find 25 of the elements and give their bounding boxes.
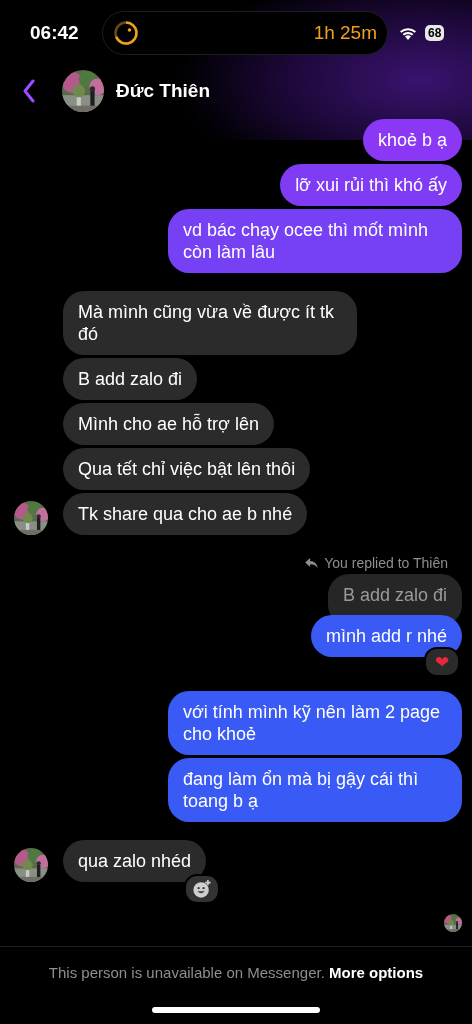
unavailable-notice: This person is unavailable on Messenger. [48,964,325,981]
message-bubble: vd bác chạy ocee thì mốt mình còn làm lâu [168,209,462,273]
message-bubble: khoẻ b ạ [362,119,462,161]
message-bubble: Mà mình cũng vừa về được ít tk đó [63,291,357,355]
wifi-icon [398,25,418,41]
message-bubble: qua zalo nhéd [63,840,207,882]
message-bubble: Qua tết chỉ việc bật lên thôi [63,448,311,490]
timer-text: 1h 25m [313,22,377,44]
reply-icon [305,558,319,568]
message-bubble: Mình cho ae hỗ trợ lên [63,403,274,445]
battery-level: 68 [428,26,442,40]
message-bubble: Tk share qua cho ae b nhé [63,493,308,535]
contact-name[interactable]: Đức Thiên [116,80,210,102]
message-bubble: đang làm ổn mà bị gậy cái thì toang b ạ [168,758,462,822]
message-bubble: với tính mình kỹ nên làm 2 page cho khoẻ [168,691,462,755]
smiley-plus-icon [192,879,212,899]
timer-icon [113,20,139,46]
status-time: 06:42 [30,22,80,44]
message-bubble: mình add r nhé [310,615,462,657]
more-options-link[interactable]: More options [329,964,424,981]
back-icon[interactable] [22,79,36,103]
message-bubble: B add zalo đi [63,358,198,400]
reply-label: You replied to Thiên [324,555,448,571]
message-bubble: lỡ xui rủi thì khó ấy [280,164,462,206]
add-reaction-button[interactable] [184,874,220,904]
